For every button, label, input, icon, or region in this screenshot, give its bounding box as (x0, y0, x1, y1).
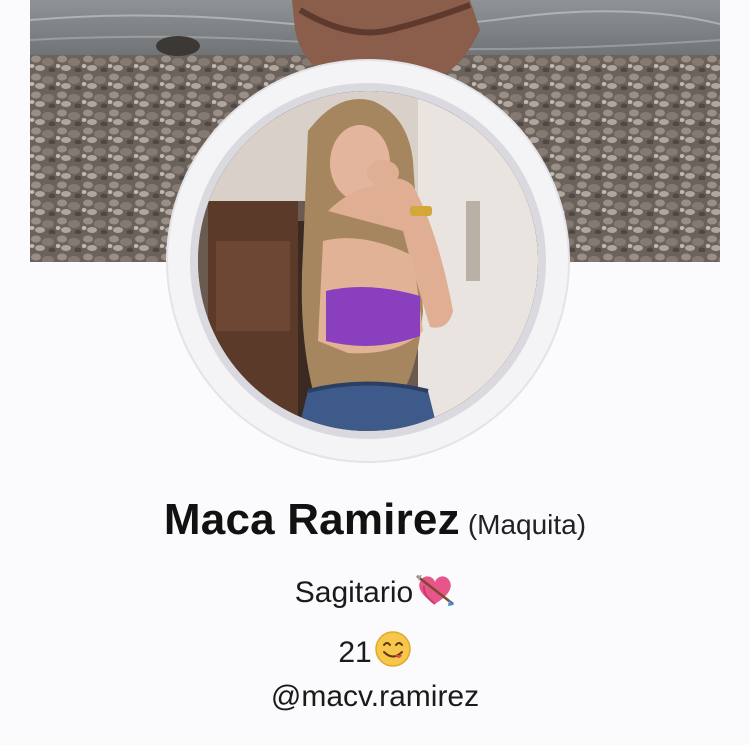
heart-with-arrow-icon (415, 572, 455, 616)
bio-line-age: 21 (0, 630, 750, 676)
profile-name-row: Maca Ramirez (Maquita) (0, 495, 750, 545)
profile-photo[interactable] (190, 83, 546, 439)
bio-line-handle: @macv.ramirez (0, 680, 750, 714)
bio-age-text: 21 (338, 636, 372, 669)
profile-page: Maca Ramirez (Maquita) Sagitario 21 @mac… (0, 0, 750, 745)
savoring-face-icon (374, 630, 412, 676)
nickname: (Maquita) (467, 509, 587, 540)
bio-zodiac-text: Sagitario (294, 576, 414, 609)
bio-handle-link[interactable]: @macv.ramirez (271, 680, 479, 713)
display-name: Maca Ramirez (163, 495, 460, 544)
profile-photo-frame[interactable] (168, 61, 568, 461)
bio-line-zodiac: Sagitario (0, 572, 750, 616)
